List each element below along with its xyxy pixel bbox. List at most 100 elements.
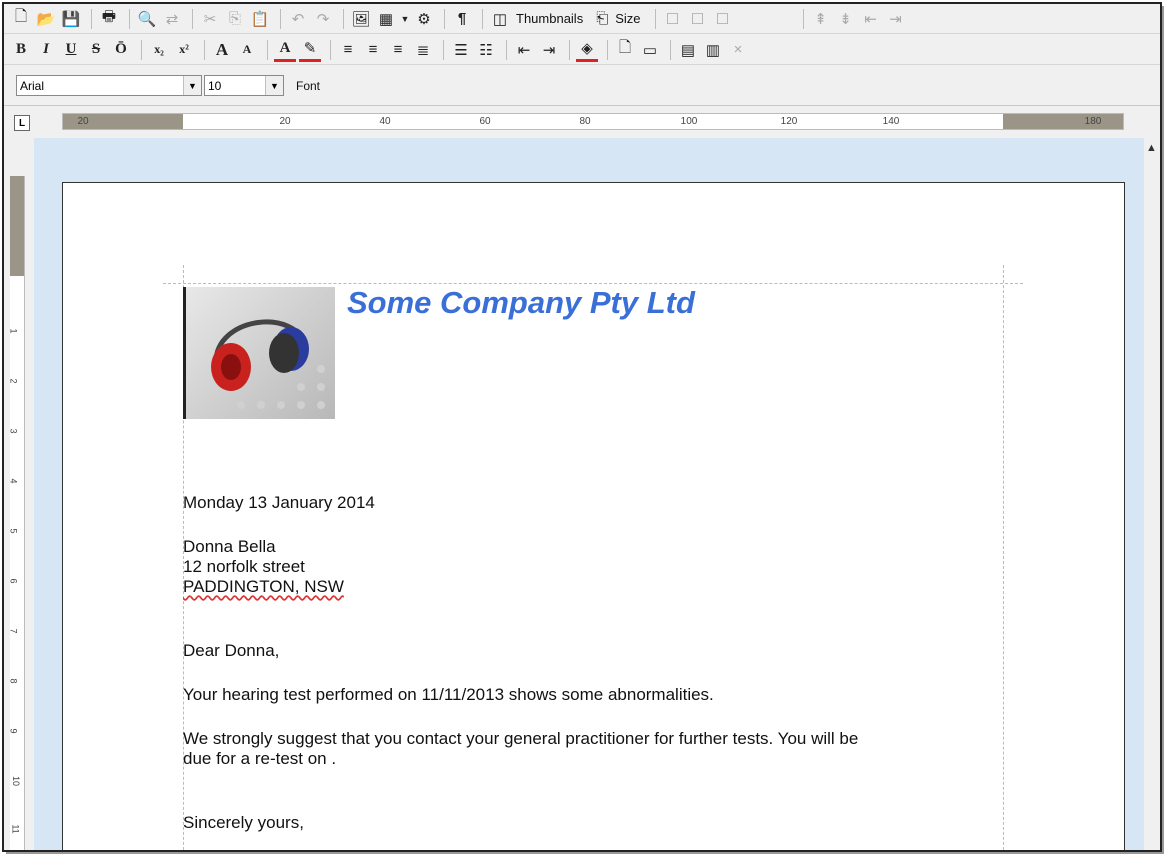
letter-date[interactable]: Monday 13 January 2014	[183, 493, 375, 513]
header-icon[interactable]: ▤	[677, 39, 699, 61]
main-toolbar: 🗋 📂 💾 🖶 🔍 ⇄ ✂ ⎘ 📋 ↶ ↷ 🖼 ▦ ▼ ⚙ ¶ ◫ Thumbn…	[4, 4, 1160, 34]
underline-button[interactable]: U	[60, 39, 82, 61]
thumbnails-button[interactable]: Thumbnails	[516, 11, 583, 26]
chevron-down-icon[interactable]: ▼	[265, 76, 283, 95]
insert-column-left-icon[interactable]: ⇤	[860, 8, 882, 30]
insert-row-above-icon[interactable]: ⇞	[810, 8, 832, 30]
insert-table-icon[interactable]: ▦	[375, 8, 397, 30]
footer-icon[interactable]: ▥	[702, 39, 724, 61]
save-icon[interactable]: 💾	[60, 8, 82, 30]
vruler-tick: 1	[8, 328, 19, 334]
page-icon[interactable]: 🗋	[614, 39, 636, 61]
tab-stop-selector[interactable]: L	[14, 115, 30, 131]
bold-button[interactable]: B	[10, 39, 32, 61]
font-color-icon[interactable]: A	[274, 37, 296, 62]
font-size-value: 10	[208, 78, 222, 93]
align-left-icon[interactable]: ≡	[337, 39, 359, 61]
frame-icon[interactable]: ☐	[662, 8, 684, 30]
vertical-ruler[interactable]: 1 2 3 4 5 6 7 8 9 10 11	[8, 176, 25, 850]
toolbar-separator	[569, 39, 570, 60]
page-view-icon[interactable]: ◫	[489, 8, 511, 30]
company-name[interactable]: Some Company Pty Ltd	[347, 285, 695, 321]
increase-indent-icon[interactable]: ⇥	[538, 39, 560, 61]
superscript-icon[interactable]: x²	[173, 39, 195, 61]
toolbar-separator	[607, 39, 608, 60]
vruler-tick: 5	[8, 528, 19, 534]
ruler-tick: 80	[579, 116, 591, 127]
close-button[interactable]: ×	[727, 39, 749, 61]
recipient-name[interactable]: Donna Bella	[183, 537, 276, 557]
pilcrow-icon[interactable]: ¶	[451, 8, 473, 30]
vruler-tick: 6	[8, 578, 19, 584]
open-folder-icon[interactable]: 📂	[35, 8, 57, 30]
ruler-tick: 20	[77, 116, 89, 127]
fill-color-icon[interactable]: ◈	[576, 37, 598, 62]
strikethrough-button[interactable]: S	[85, 39, 107, 61]
scroll-up-icon[interactable]: ▲	[1146, 142, 1157, 154]
toolbar-separator	[482, 8, 483, 29]
subscript-icon[interactable]: x₂	[148, 39, 170, 61]
salutation[interactable]: Dear Donna,	[183, 641, 279, 661]
document-page[interactable]: Some Company Pty Ltd Monday 13 January 2…	[62, 182, 1125, 850]
font-size-select[interactable]: 10 ▼	[204, 75, 284, 96]
closing[interactable]: Sincerely yours,	[183, 813, 304, 833]
decrease-indent-icon[interactable]: ⇤	[513, 39, 535, 61]
paragraph-1[interactable]: Your hearing test performed on 11/11/201…	[183, 685, 714, 705]
address-line-2[interactable]: PADDINGTON, NSW	[183, 577, 344, 597]
table-dropdown-icon[interactable]: ▼	[400, 8, 410, 30]
new-document-icon[interactable]: 🗋	[10, 8, 32, 30]
margin-guide	[163, 283, 1023, 284]
copy-icon[interactable]: ⎘	[224, 8, 246, 30]
overline-button[interactable]: Ō	[110, 39, 132, 61]
cut-icon[interactable]: ✂	[199, 8, 221, 30]
ruler-tick: 100	[680, 116, 698, 127]
insert-column-right-icon[interactable]: ⇥	[885, 8, 907, 30]
frame-icon[interactable]: ☐	[712, 8, 734, 30]
toolbar-separator	[330, 39, 331, 60]
paragraph-2-line-2[interactable]: due for a re-test on .	[183, 749, 336, 769]
italic-button[interactable]: I	[35, 39, 57, 61]
toolbar-separator	[506, 39, 507, 60]
chevron-down-icon[interactable]: ▼	[183, 76, 201, 95]
insert-object-icon[interactable]: ⚙	[413, 8, 435, 30]
bullet-list-icon[interactable]: ☰	[450, 39, 472, 61]
size-button[interactable]: Size	[615, 11, 640, 26]
vertical-scrollbar[interactable]: ▲	[1144, 138, 1160, 850]
frame-icon[interactable]: ☐	[687, 8, 709, 30]
toolbar-separator	[129, 8, 130, 29]
highlight-icon[interactable]: ✎	[299, 37, 321, 62]
ruler-tick: 140	[882, 116, 900, 127]
undo-icon[interactable]: ↶	[287, 8, 309, 30]
toolbar-separator	[267, 39, 268, 60]
right-margin-area	[1003, 114, 1123, 129]
toolbar-separator	[141, 39, 142, 60]
address-line-1-text: 12 norfolk street	[183, 557, 305, 576]
toolbar-separator	[91, 8, 92, 29]
paragraph-2-line-1[interactable]: We strongly suggest that you contact you…	[183, 729, 858, 749]
address-line-1[interactable]: 12 norfolk street	[183, 557, 305, 577]
insert-row-below-icon[interactable]: ⇟	[835, 8, 857, 30]
redo-icon[interactable]: ↷	[312, 8, 334, 30]
align-right-icon[interactable]: ≡	[387, 39, 409, 61]
font-name-select[interactable]: Arial ▼	[16, 75, 202, 96]
format-toolbar: B I U S Ō x₂ x² A A A ✎ ≡ ≡ ≡ ≣ ☰ ☷ ⇤ ⇥ …	[4, 35, 1160, 65]
toolbar-separator	[443, 39, 444, 60]
vruler-tick: 3	[8, 428, 19, 434]
top-margin-area	[10, 176, 24, 276]
ruler-strip[interactable]: 20 20 40 60 80 100 120 140 180	[62, 113, 1124, 130]
align-center-icon[interactable]: ≡	[362, 39, 384, 61]
company-logo[interactable]	[183, 287, 335, 419]
print-icon[interactable]: 🖶	[98, 8, 120, 30]
justify-icon[interactable]: ≣	[412, 39, 434, 61]
find-icon[interactable]: 🔍	[136, 8, 158, 30]
replace-icon[interactable]: ⇄	[161, 8, 183, 30]
font-button[interactable]: Font	[296, 79, 320, 93]
page-size-icon[interactable]: ⎗	[591, 8, 613, 30]
insert-picture-icon[interactable]: 🖼	[350, 8, 372, 30]
landscape-page-icon[interactable]: ▭	[639, 39, 661, 61]
grow-font-icon[interactable]: A	[211, 39, 233, 61]
numbered-list-icon[interactable]: ☷	[475, 39, 497, 61]
horizontal-ruler[interactable]: L 20 20 40 60 80 100 120 140 180	[4, 107, 1160, 137]
shrink-font-icon[interactable]: A	[236, 39, 258, 61]
paste-icon[interactable]: 📋	[249, 8, 271, 30]
